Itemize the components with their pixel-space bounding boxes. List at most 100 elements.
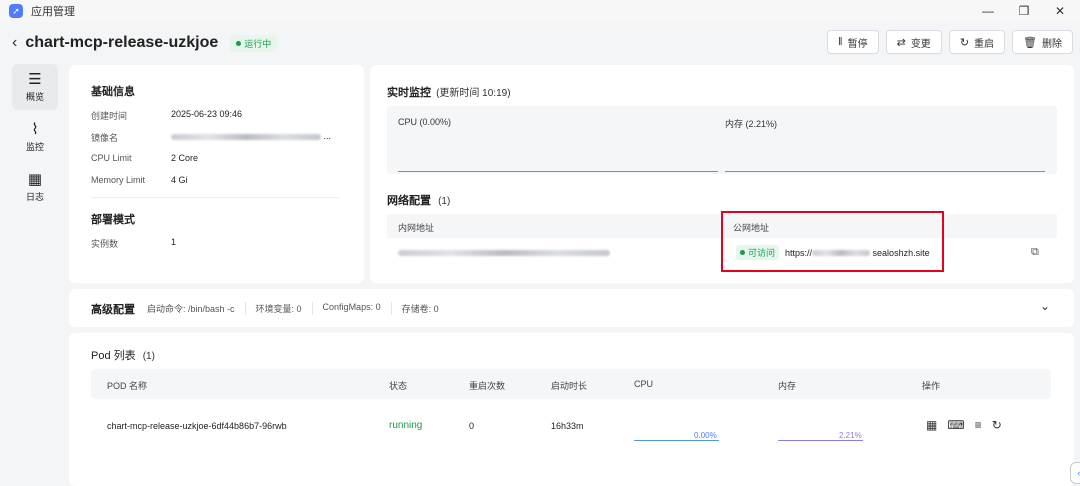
sidebar-item-overview[interactable]: ☰ 概览 [12,64,58,110]
sidebar: ☰ 概览 ⌇ 监控 ▦ 日志 [12,64,60,486]
pod-actions: ▦ ⌨ ≡ ↻ [926,418,1002,432]
collapse-chevron-icon[interactable]: ‹ [1070,462,1080,484]
sidebar-item-monitor[interactable]: ⌇ 监控 [12,114,58,160]
image-name-value: ... [171,131,331,141]
info-row-created: 创建时间 2025-06-23 09:46 [91,109,242,122]
minimize-icon[interactable]: — [982,4,994,18]
info-row-replicas: 实例数 1 [91,237,176,250]
memory-usage-label: 内存 (2.21%) [725,119,778,129]
trash-icon: 🗑 [1023,36,1037,49]
pod-cpu-value: 0.00% [694,431,717,440]
restart-icon[interactable]: ↻ [992,418,1002,432]
col-actions: 操作 [922,381,941,391]
memory-usage-bar [778,440,863,441]
internal-address-value [398,247,610,259]
info-key: 创建时间 [91,111,128,121]
page-title: chart-mcp-release-uzkjoe [25,34,219,51]
info-key: 镜像名 [91,133,119,143]
col-pod-name: POD 名称 [107,381,148,391]
pod-uptime: 16h33m [551,421,584,431]
info-row-cpu: CPU Limit 2 Core [91,153,198,163]
swap-icon: ⇄ [896,36,906,49]
pod-count: (1) [142,351,155,362]
cpu-usage-bar [634,440,719,441]
monitor-title: 实时监控 [387,87,431,99]
advanced-config-summary: 启动命令: /bin/bash -c 环境变量: 0 ConfigMaps: 0… [147,302,449,315]
col-uptime: 启动时长 [551,381,588,391]
logs-icon[interactable]: ≡ [975,418,982,432]
monitor-update-time: (更新时间 10:19) [436,88,511,99]
pod-table-header: POD 名称 状态 重启次数 启动时长 CPU 内存 操作 [91,369,1051,399]
status-dot-icon [236,40,242,46]
sidebar-item-logs[interactable]: ▦ 日志 [12,164,58,210]
pod-restarts: 0 [469,421,475,431]
monitor-header: 实时监控 (更新时间 10:19) [387,84,511,100]
delete-label: 删除 [1042,38,1062,50]
back-arrow-icon[interactable]: ‹ [12,34,17,52]
overview-icon: ☰ [28,70,42,88]
info-value: 2025-06-23 09:46 [171,109,243,119]
status-label: 运行中 [244,38,272,49]
pod-list-header: Pod 列表 (1) [91,347,155,363]
basic-info-card: 基础信息 创建时间 2025-06-23 09:46 镜像名 ... CPU L… [69,65,364,283]
divider [91,197,339,198]
info-row-image: 镜像名 ... [91,131,331,144]
network-count: (1) [438,196,451,207]
rocket-icon: ➚ [9,4,23,18]
close-icon[interactable]: ✕ [1054,4,1066,18]
chart-icon: ⌇ [31,120,39,138]
memory-sparkline [725,171,1045,172]
info-key: Memory Limit [91,175,146,185]
cpu-usage-label: CPU (0.00%) [398,117,452,127]
basic-info-title: 基础信息 [91,86,135,98]
network-header: 网络配置 (1) [387,192,450,208]
info-value: 2 Core [171,153,199,163]
redacted-text [398,250,610,257]
redacted-text [171,133,321,140]
pod-list-card: Pod 列表 (1) POD 名称 状态 重启次数 启动时长 CPU 内存 操作… [69,333,1074,486]
window-titlebar: ➚ 应用管理 — ❐ ✕ [0,0,1080,22]
info-key: 实例数 [91,239,119,249]
deploy-mode-title: 部署模式 [91,214,135,226]
col-restarts: 重启次数 [469,381,506,391]
volumes-count: 存储卷: 0 [390,302,449,315]
info-value: ... [323,131,332,141]
restart-label: 重启 [974,38,995,50]
sidebar-item-label: 概览 [25,91,44,102]
maximize-icon[interactable]: ❐ [1018,4,1030,18]
status-badge: 运行中 [230,34,278,52]
highlight-box [721,211,944,272]
sidebar-item-label: 日志 [25,191,44,202]
calendar-icon[interactable]: ▦ [926,418,937,432]
col-status: 状态 [389,381,408,391]
pause-button[interactable]: ‖ 暂停 [827,30,879,54]
col-cpu: CPU [634,379,654,389]
start-command: 启动命令: /bin/bash -c [147,304,235,314]
window-title: 应用管理 [31,6,75,18]
copy-icon[interactable]: ⧉ [1031,246,1039,259]
pause-label: 暂停 [847,38,868,50]
pod-list-title: Pod 列表 [91,350,136,362]
page-header: ‹ chart-mcp-release-uzkjoe 运行中 ‖ 暂停 ⇄ 变更… [0,22,1080,64]
info-value: 4 Gi [171,175,188,185]
pod-name: chart-mcp-release-uzkjoe-6df44b86b7-96rw… [107,421,287,431]
env-vars-count: 环境变量: 0 [244,302,312,315]
calendar-icon: ▦ [27,170,43,188]
pod-memory-value: 2.21% [839,431,862,440]
delete-button[interactable]: 🗑 删除 [1012,30,1073,54]
advanced-config-title: 高级配置 [91,304,135,316]
info-key: CPU Limit [91,153,132,163]
terminal-icon[interactable]: ⌨ [947,418,964,432]
chevron-down-icon[interactable]: ⌄ [1040,299,1050,313]
restart-icon: ↻ [959,36,970,49]
monitor-panel: CPU (0.00%) 内存 (2.21%) [387,106,1057,174]
advanced-config-card[interactable]: 高级配置 启动命令: /bin/bash -c 环境变量: 0 ConfigMa… [69,289,1074,327]
col-memory: 内存 [778,381,797,391]
configmaps-count: ConfigMaps: 0 [311,302,391,315]
pause-icon: ‖ [838,36,843,48]
restart-button[interactable]: ↻ 重启 [948,30,1006,54]
update-button[interactable]: ⇄ 变更 [885,30,942,54]
col-internal-address: 内网地址 [398,223,435,233]
pod-status: running [389,420,423,431]
sidebar-item-label: 监控 [25,141,44,152]
